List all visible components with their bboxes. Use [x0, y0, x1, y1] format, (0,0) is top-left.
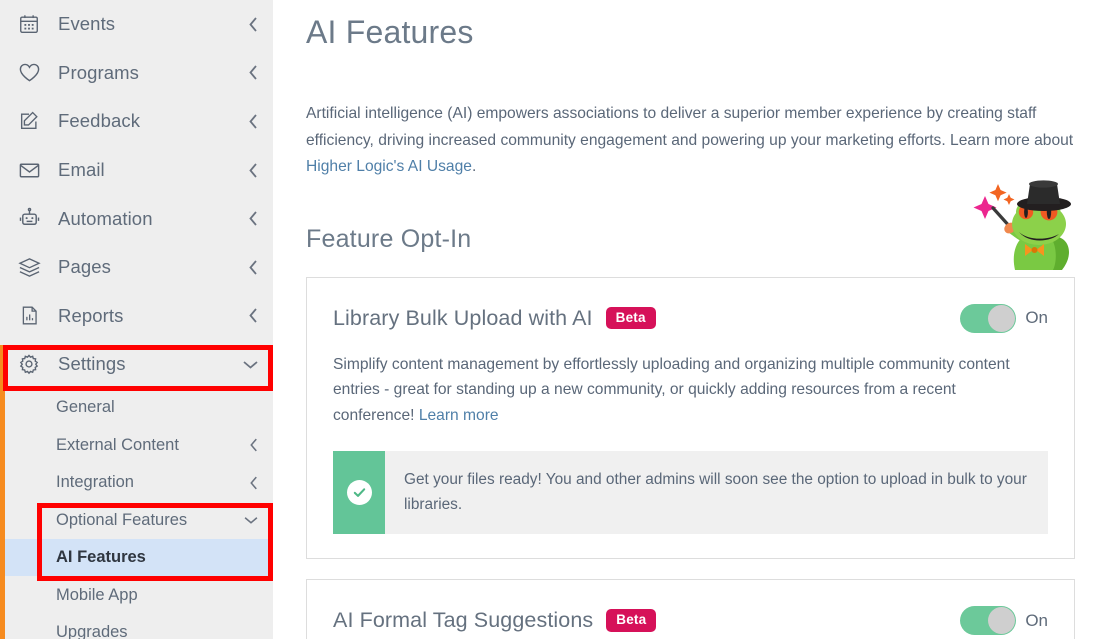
check-circle-icon [346, 480, 372, 505]
heart-icon [16, 60, 42, 86]
chevron-down-icon[interactable] [243, 515, 259, 525]
sidebar-navigation: Events Programs Feedback Email Automatio… [0, 0, 273, 639]
sidebar-subitem-integration[interactable]: Integration [0, 464, 273, 502]
sidebar-item-email[interactable]: Email [0, 146, 273, 195]
frog-magician-mascot-icon [965, 178, 1075, 270]
beta-badge: Beta [605, 306, 656, 330]
sidebar-item-label: Email [58, 159, 105, 181]
sidebar-subitem-label: External Content [56, 435, 179, 454]
sidebar-subitem-external-content[interactable]: External Content [0, 426, 273, 464]
toggle-switch-track[interactable] [960, 606, 1017, 635]
sidebar-item-pages[interactable]: Pages [0, 243, 273, 292]
intro-text-part2: . [471, 158, 477, 175]
toggle-switch-track[interactable] [960, 303, 1017, 333]
sidebar-subitem-label: AI Features [56, 548, 146, 566]
sidebar-item-feedback[interactable]: Feedback [0, 97, 273, 146]
feature-card-header: AI Formal Tag Suggestions Beta On [333, 606, 1048, 635]
sidebar-subitem-optional-features[interactable]: Optional Features [0, 501, 273, 539]
chevron-left-icon[interactable] [249, 475, 259, 491]
notice-message: Get your files ready! You and other admi… [404, 471, 1027, 513]
sidebar-subitem-mobile-app[interactable]: Mobile App [0, 576, 273, 614]
intro-paragraph: Artificial intelligence (AI) empowers as… [306, 101, 1076, 181]
gear-icon [16, 351, 42, 377]
sidebar-item-label: Events [58, 13, 116, 35]
sidebar-subitem-label: Optional Features [56, 510, 188, 529]
chevron-left-icon[interactable] [248, 16, 259, 33]
toggle-switch-knob [988, 607, 1016, 634]
sidebar-accent-strip [0, 345, 5, 639]
sidebar-item-label: Reports [58, 304, 124, 326]
feature-notice-banner: Get your files ready! You and other admi… [333, 451, 1048, 534]
sidebar-item-automation[interactable]: Automation [0, 194, 273, 243]
page-title: AI Features [306, 14, 474, 50]
chevron-left-icon[interactable] [249, 437, 259, 453]
feature-toggle[interactable]: On [960, 606, 1048, 635]
sidebar-item-events[interactable]: Events [0, 0, 273, 49]
sidebar-item-reports[interactable]: Reports [0, 292, 273, 341]
learn-more-link[interactable]: Learn more [419, 407, 499, 424]
intro-text-part1: Artificial intelligence (AI) empowers as… [306, 105, 1074, 149]
sidebar-item-programs[interactable]: Programs [0, 49, 273, 98]
feature-toggle[interactable]: On [960, 303, 1048, 333]
notice-icon-panel [333, 451, 385, 534]
toggle-state-label: On [1025, 610, 1048, 630]
sidebar-item-label: Automation [58, 207, 153, 229]
robot-icon [16, 206, 42, 232]
beta-badge: Beta [606, 609, 657, 632]
ai-usage-link[interactable]: Higher Logic's AI Usage [306, 158, 472, 175]
sidebar-subitem-general[interactable]: General [0, 389, 273, 427]
calendar-icon [16, 11, 42, 37]
chevron-left-icon[interactable] [248, 307, 259, 324]
feature-title: Library Bulk Upload with AI [333, 305, 593, 330]
document-chart-icon [16, 303, 42, 329]
sidebar-item-settings[interactable]: Settings [0, 340, 273, 389]
toggle-switch-knob [988, 304, 1016, 332]
feature-title: AI Formal Tag Suggestions [333, 608, 594, 632]
sidebar-subitem-ai-features[interactable]: AI Features [0, 538, 273, 577]
envelope-icon [16, 157, 42, 183]
chevron-left-icon[interactable] [248, 113, 259, 130]
chevron-left-icon[interactable] [248, 162, 259, 179]
sidebar-item-label: Programs [58, 61, 139, 83]
feature-card-ai-formal-tag-suggestions: AI Formal Tag Suggestions Beta On [306, 579, 1075, 639]
sidebar-subitem-label: Upgrades [56, 623, 128, 639]
feature-card-header: Library Bulk Upload with AI Beta On [333, 303, 1048, 333]
ai-features-page: Events Programs Feedback Email Automatio… [0, 0, 1097, 639]
sidebar-subitem-label: Mobile App [56, 585, 138, 604]
chevron-left-icon[interactable] [248, 210, 259, 227]
edit-note-icon [16, 108, 42, 134]
sidebar-item-label: Feedback [58, 110, 141, 132]
feature-card-library-bulk-upload: Library Bulk Upload with AI Beta On Simp… [306, 276, 1075, 559]
sidebar-subitem-upgrades[interactable]: Upgrades [0, 614, 273, 639]
toggle-state-label: On [1025, 308, 1048, 327]
sidebar-item-label: Pages [58, 256, 111, 278]
layers-icon [16, 254, 42, 280]
sidebar-subitem-label: General [56, 398, 115, 416]
chevron-down-icon[interactable] [242, 359, 259, 370]
chevron-left-icon[interactable] [248, 259, 259, 276]
feature-description: Simplify content management by effortles… [333, 352, 1033, 429]
main-content: AI Features Artificial intelligence (AI)… [273, 0, 1097, 639]
sidebar-item-label: Settings [58, 353, 126, 375]
sidebar-subitem-label: Integration [56, 473, 134, 491]
chevron-left-icon[interactable] [248, 64, 259, 81]
